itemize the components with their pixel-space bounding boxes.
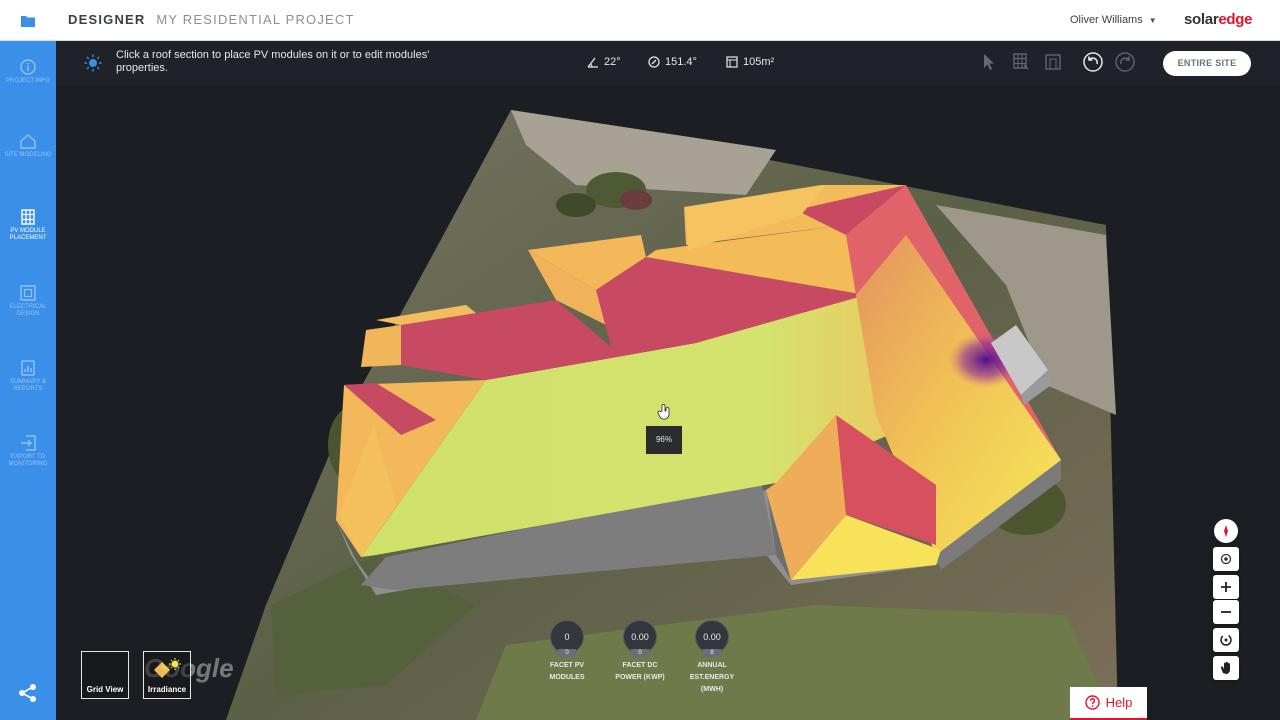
azimuth-readout: 151.4° (648, 56, 697, 68)
sidebar-item-summary-reports[interactable]: SUMMARY & REPORTS (0, 360, 56, 393)
zoom-in-icon[interactable] (1213, 575, 1239, 599)
tilt-readout: 22° (587, 56, 621, 68)
sidebar-item-electrical-design[interactable]: ELECTRICAL DESIGN (0, 285, 56, 318)
zoom-out-icon[interactable] (1213, 600, 1239, 624)
user-menu[interactable]: Oliver Williams ▼ (1070, 14, 1157, 26)
export-icon (21, 435, 36, 451)
folder-icon[interactable] (0, 0, 56, 41)
grid-icon (21, 209, 35, 225)
redo-icon[interactable] (1115, 52, 1135, 77)
compass-icon[interactable] (1214, 519, 1238, 543)
undo-icon[interactable] (1083, 52, 1103, 77)
irradiance-toggle[interactable]: Irradiance (143, 651, 191, 699)
area-icon (726, 56, 738, 68)
rotate-icon[interactable] (1213, 628, 1239, 652)
sidebar-item-site-modeling[interactable]: SITE MODELING (0, 133, 56, 159)
sidebar: PROJECT INFO SITE MODELING PV MODULE PLA… (0, 41, 56, 720)
project-name: MY RESIDENTIAL PROJECT (156, 12, 355, 27)
frame-icon[interactable] (1044, 53, 1062, 76)
angle-icon (587, 57, 598, 68)
compass-icon (648, 56, 660, 68)
annual-energy-stat: 0.00 8 ANNUAL EST.ENERGY (MWh) (674, 620, 750, 696)
sidebar-item-export-to-monitoring[interactable]: EXPORT TO MONITORING (0, 435, 56, 468)
irradiance-tooltip: 96% (646, 426, 682, 454)
facet-pv-modules-stat: 00 FACET PV MODULES (529, 620, 605, 684)
sidebar-item-project-info[interactable]: PROJECT INFO (0, 59, 56, 85)
app-title: DESIGNER MY RESIDENTIAL PROJECT (68, 12, 355, 27)
sidebar-item-pv-module-placement[interactable]: PV MODULE PLACEMENT (0, 209, 56, 242)
irradiance-icon (154, 658, 181, 678)
info-icon (20, 59, 36, 75)
module-grid-icon[interactable] (1013, 53, 1029, 76)
caret-down-icon: ▼ (1148, 16, 1157, 25)
hint-text: Click a roof section to place PV modules… (116, 49, 430, 74)
electrical-icon (20, 285, 36, 301)
help-button[interactable]: Help (1070, 687, 1147, 720)
app-name: DESIGNER (68, 12, 146, 27)
house-icon (20, 134, 36, 149)
facet-dc-power-stat: 0.00 0 FACET DC POWER (kWp) (602, 620, 678, 684)
sun-icon (84, 54, 102, 77)
select-cursor-icon[interactable] (982, 53, 996, 76)
design-toolbar: Click a roof section to place PV modules… (56, 41, 1280, 85)
area-readout: 105m² (726, 56, 774, 68)
map-canvas[interactable]: Google 96% Grid View Irradiance 00 F (56, 85, 1280, 720)
report-icon (21, 360, 35, 376)
entire-site-button[interactable]: ENTIRE SITE (1163, 51, 1251, 76)
pan-hand-icon[interactable] (1213, 656, 1239, 680)
user-name: Oliver Williams (1070, 14, 1143, 26)
solaredge-logo: solaredge (1184, 11, 1253, 28)
grid-view-toggle[interactable]: Grid View (81, 651, 129, 699)
top-bar: DESIGNER MY RESIDENTIAL PROJECT Oliver W… (0, 0, 1280, 41)
question-icon (1084, 695, 1100, 710)
share-icon[interactable] (18, 683, 38, 708)
locate-icon[interactable] (1213, 547, 1239, 571)
